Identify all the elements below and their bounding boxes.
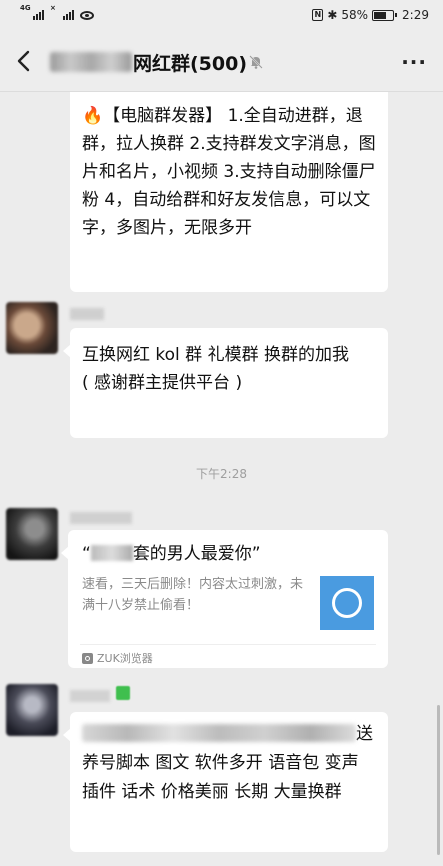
chat-title[interactable]: 网红群(500) [133,49,247,76]
avatar[interactable] [6,508,58,560]
avatar[interactable] [6,684,58,736]
browser-app-icon [82,652,93,664]
message-text: 养号脚本 图文 软件多开 语音包 变声 插件 话术 价格美丽 长期 大量换群 [82,753,359,802]
group-name-redacted [50,52,132,72]
battery-percent: 58% [341,8,369,22]
divider [80,644,376,645]
avatar[interactable] [6,302,58,354]
scrollbar[interactable] [437,705,440,855]
eye-comfort-icon [80,11,94,20]
sim2-no-service-tag: × [50,4,56,12]
browser-logo-thumbnail [320,576,374,630]
clock: 2:29 [402,8,429,22]
redacted-text [90,545,133,561]
link-card-title: “套的男人最爱你” [82,544,261,564]
signal-icon: 4G [20,4,44,20]
message-bubble-promo[interactable]: 🔥【电脑群发器】 1.全自动进群，退群，拉人换群 2.支持群发文字消息，图片和名… [70,92,388,292]
message-text: 互换网红 kol 群 礼模群 换群的加我 [82,345,349,365]
redacted-text [82,724,356,742]
mute-bell-icon [249,55,263,69]
sim1-network-tag: 4G [20,4,31,12]
signal-icon-sim2: × [50,4,74,20]
sender-name-redacted [70,690,110,702]
message-bubble-ads[interactable]: 送 养号脚本 图文 软件多开 语音包 变声 插件 话术 价格美丽 长期 大量换群 [63,712,388,852]
chat-header: 网红群(500) ··· [0,30,443,92]
timestamp: 下午2:28 [196,467,247,481]
status-left-icons: 4G × [20,4,94,20]
sender-name-redacted [70,308,104,320]
sender-name-redacted [70,512,132,524]
link-card[interactable]: “套的男人最爱你” 速看，三天后删除！内容太过刺激，未满十八岁禁止偷看！ ZUK… [61,530,388,668]
more-options-button[interactable]: ··· [401,50,427,74]
sender-badge [116,686,130,700]
message-text: 🔥【电脑群发器】 1.全自动进群，退群，拉人换群 2.支持群发文字消息，图片和名… [82,106,376,238]
bluetooth-icon: ✱ [327,8,338,22]
status-right-icons: N ✱ 58% 2:29 [312,8,429,22]
link-card-source: ZUK浏览器 [82,650,153,666]
link-card-description: 速看，三天后删除！内容太过刺激，未满十八岁禁止偷看！ [82,577,304,613]
nfc-icon: N [312,9,324,21]
status-bar: 4G × N ✱ 58% 2:29 [0,0,443,30]
battery-icon [372,9,398,21]
message-first-line: 送 [82,720,376,749]
message-text-note: ( 感谢群主提供平台 ) [82,373,243,393]
back-arrow-icon[interactable] [12,48,38,74]
message-bubble-kol[interactable]: 互换网红 kol 群 礼模群 换群的加我 ( 感谢群主提供平台 ) [63,328,388,438]
